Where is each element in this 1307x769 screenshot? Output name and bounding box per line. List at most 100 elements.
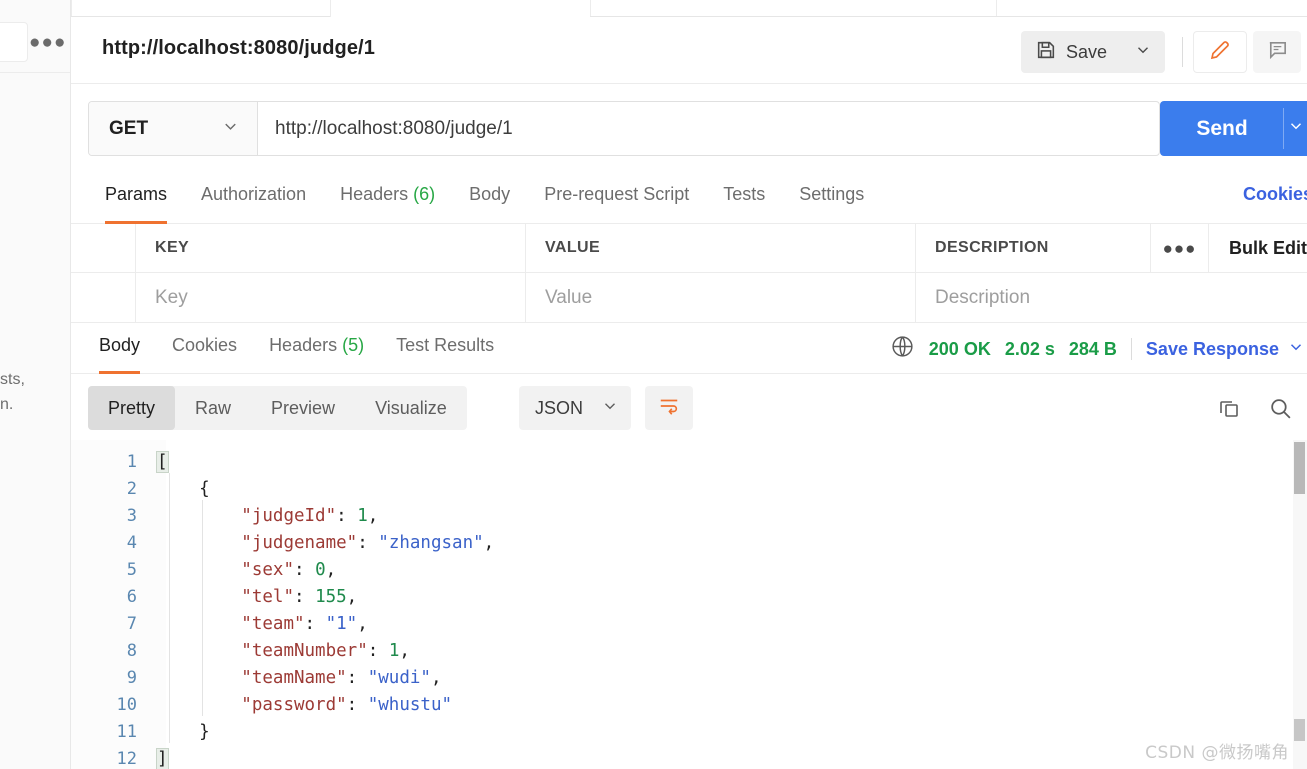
response-tab-body-label: Body [99, 335, 141, 355]
response-tab-body[interactable]: Body [83, 324, 156, 374]
code-line-text: "password": "whustu" [149, 695, 452, 715]
code-token: , [430, 667, 442, 688]
param-value-input[interactable]: Value [526, 273, 916, 322]
code-line-text: "judgename": "zhangsan", [149, 533, 494, 553]
code-token: "tel" [241, 586, 294, 607]
code-token: : [336, 505, 358, 526]
indent-guide [202, 500, 203, 716]
code-token: "sex" [241, 559, 294, 580]
response-tab-headers[interactable]: Headers (5) [253, 324, 380, 374]
save-response-button[interactable]: Save Response [1146, 339, 1279, 360]
code-line-number: 3 [126, 505, 137, 526]
comment-icon [1266, 38, 1289, 66]
tab-headers[interactable]: Headers (6) [323, 172, 452, 224]
response-status-bar: 200 OK 2.02 s 284 B Save Response [890, 324, 1307, 374]
save-button[interactable]: Save [1020, 31, 1121, 73]
view-mode-raw[interactable]: Raw [175, 386, 251, 430]
response-tabs: Body Cookies Headers (5) Test Results 20… [71, 324, 1307, 374]
code-token: "teamNumber" [241, 640, 368, 661]
tab-pre-request-script-label: Pre-request Script [544, 184, 690, 204]
code-line-number: 12 [116, 748, 137, 769]
send-button[interactable]: Send [1160, 101, 1284, 156]
code-token: 1 [357, 505, 368, 526]
bulk-edit-link[interactable]: Bulk Edit [1229, 238, 1307, 259]
watermark: CSDN @微扬嘴角 [1145, 743, 1289, 763]
tab-body[interactable]: Body [452, 172, 527, 224]
code-token: "whustu" [367, 694, 453, 715]
code-line: 1[ [71, 448, 1307, 475]
method-selector[interactable]: GET [89, 102, 258, 155]
globe-icon[interactable] [890, 334, 915, 364]
code-line: 6 "tel": 155, [71, 583, 1307, 610]
word-wrap-button[interactable] [645, 386, 693, 430]
params-header-checkbox-cell [71, 224, 136, 272]
url-row: GET http://localhost:8080/judge/1 Send [71, 84, 1307, 172]
view-mode-preview-label: Preview [271, 397, 336, 418]
params-more-icon[interactable]: ●●● [1151, 224, 1209, 272]
code-line-text: "team": "1", [149, 613, 367, 634]
code-token: : [293, 559, 316, 580]
response-tab-test-results[interactable]: Test Results [380, 324, 510, 374]
save-button-label: Save [1065, 41, 1107, 62]
format-label: JSON [535, 397, 584, 418]
param-key-input[interactable]: Key [136, 273, 526, 322]
code-scrollbar-thumb-lower[interactable] [1294, 719, 1305, 741]
tab-params[interactable]: Params [88, 172, 184, 224]
param-value-placeholder: Value [545, 286, 593, 308]
tab-tests[interactable]: Tests [706, 172, 782, 224]
response-tab-cookies[interactable]: Cookies [156, 324, 253, 374]
row-checkbox-cell[interactable] [71, 273, 136, 322]
send-options-button[interactable] [1284, 101, 1307, 156]
code-token: [ [156, 450, 169, 473]
method-label: GET [109, 117, 149, 139]
save-options-button[interactable] [1121, 31, 1165, 73]
view-mode-visualize[interactable]: Visualize [355, 386, 467, 430]
chevron-down-icon [601, 397, 619, 420]
sidebar-more-icon[interactable]: ●●● [29, 33, 66, 52]
code-token: : [346, 694, 368, 715]
code-token: ] [156, 747, 169, 769]
chevron-down-icon[interactable] [1287, 338, 1305, 361]
code-scrollbar-thumb[interactable] [1294, 442, 1305, 494]
params-header-key: KEY [136, 224, 526, 272]
sidebar: ●●● sts, n. [0, 0, 71, 769]
code-token: , [367, 505, 379, 526]
tab-authorization[interactable]: Authorization [184, 172, 323, 224]
tab-pre-request-script[interactable]: Pre-request Script [527, 172, 706, 224]
tab-params-label: Params [105, 184, 168, 204]
sidebar-truncated-line-1: sts, [0, 371, 25, 388]
sidebar-truncated-line-2: n. [0, 396, 14, 413]
edit-button[interactable] [1193, 31, 1247, 73]
sidebar-divider [0, 72, 70, 73]
code-line-text: "teamNumber": 1, [149, 641, 410, 661]
tab-tests-label: Tests [723, 184, 766, 204]
url-input[interactable]: http://localhost:8080/judge/1 [258, 102, 1159, 155]
code-line-text: } [149, 722, 210, 742]
indent-guide [169, 473, 170, 743]
request-header: http://localhost:8080/judge/1 Save [71, 17, 1307, 84]
code-line-number: 11 [116, 721, 137, 742]
code-token: "team" [241, 613, 305, 634]
search-button[interactable] [1268, 396, 1293, 426]
code-line-text: ] [149, 747, 169, 769]
format-selector[interactable]: JSON [519, 386, 631, 430]
chevron-down-icon [1287, 117, 1305, 140]
cookies-link[interactable]: Cookies [1243, 184, 1307, 205]
response-body-code[interactable]: 1[2 {3 "judgeId": 1, 4 "judgename": "zhan… [71, 440, 1307, 769]
code-scrollbar[interactable] [1293, 440, 1307, 769]
code-line: 10 "password": "whustu" [71, 691, 1307, 718]
view-mode-pretty[interactable]: Pretty [88, 386, 176, 430]
tab-settings[interactable]: Settings [782, 172, 881, 224]
params-header-row: KEY VALUE DESCRIPTION ●●● Bulk Edit [71, 224, 1307, 273]
code-line: 5 "sex": 0, [71, 556, 1307, 583]
view-mode-preview[interactable]: Preview [251, 386, 355, 430]
code-line-number: 6 [126, 586, 137, 607]
code-token: , [399, 640, 410, 661]
comment-button[interactable] [1253, 31, 1301, 73]
code-line: 12] [71, 745, 1307, 769]
copy-button[interactable] [1217, 396, 1241, 425]
code-token: : [304, 613, 326, 634]
code-line: 2 { [71, 475, 1307, 502]
param-description-input[interactable]: Description [916, 273, 1307, 322]
postman-window: ●●● sts, n. http://localhost:8080/judge/… [0, 0, 1307, 769]
